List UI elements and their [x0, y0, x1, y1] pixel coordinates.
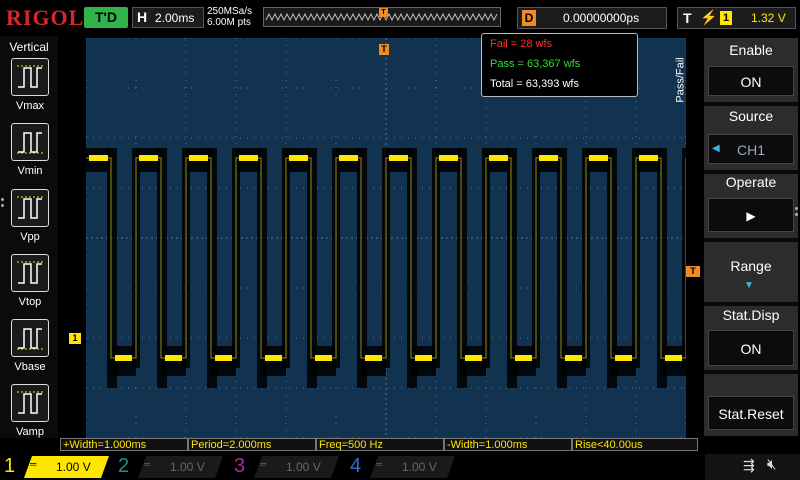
trigger-position-marker: T	[379, 8, 388, 17]
meas-positive-width[interactable]: +Width=1.000ms	[60, 438, 188, 451]
enable-softkey[interactable]: Enable ON	[704, 38, 798, 102]
vmax-label: Vmax	[15, 100, 45, 112]
timebase-key: H	[137, 9, 148, 25]
speaker-muted-icon[interactable]: 🔇︎	[767, 456, 776, 473]
vamp-icon	[17, 391, 43, 414]
enable-value: ON	[708, 66, 794, 96]
meas-negative-width[interactable]: -Width=1.000ms	[444, 438, 572, 451]
sample-rate: 250MSa/s	[207, 6, 253, 17]
channel-1-offset-marker[interactable]: 1	[69, 333, 81, 344]
operate-softkey[interactable]: Operate ▶	[704, 174, 798, 238]
trigger-level-marker[interactable]: T	[686, 266, 700, 277]
measurement-results-bar: +Width=1.000ms Period=2.000ms Freq=500 H…	[60, 438, 700, 452]
channel-number: 1	[4, 455, 16, 477]
meas-period[interactable]: Period=2.000ms	[188, 438, 316, 451]
waveform-display-grid[interactable]	[86, 38, 686, 438]
stat-reset-softkey[interactable]: Stat.Reset	[704, 374, 798, 436]
vmin-button[interactable]	[11, 123, 49, 161]
vtop-label: Vtop	[18, 296, 42, 308]
system-status-area: ⇶ 🔇︎	[705, 454, 800, 480]
vmin-label: Vmin	[17, 165, 43, 177]
channel-3-indicator[interactable]: 3 ═ 1.00 V	[234, 455, 344, 478]
measure-category-title: Vertical	[9, 40, 49, 54]
usb-icon: ⇶	[743, 457, 755, 473]
channel-4-indicator[interactable]: 4 ═ 1.00 V	[350, 455, 460, 478]
menu-tab-label: Pass/Fail	[674, 57, 687, 103]
stat-disp-value: ON	[708, 330, 794, 366]
stat-disp-softkey[interactable]: Stat.Disp ON	[704, 306, 798, 370]
vtop-icon	[17, 261, 43, 284]
vbase-label: Vbase	[14, 361, 46, 373]
run-state-badge[interactable]: T'D	[84, 7, 128, 28]
stat-disp-label: Stat.Disp	[722, 307, 780, 323]
left-scroll-dots-icon	[1, 198, 5, 208]
menu-tab: Pass/Fail	[675, 38, 704, 128]
timebase-display[interactable]: H 2.00ms	[132, 7, 204, 28]
operate-label: Operate	[725, 174, 777, 190]
operate-run-icon: ▶	[708, 198, 794, 232]
vmin-icon	[17, 132, 43, 154]
channel-number: 3	[234, 455, 246, 477]
fail-count: Fail = 28 wfs	[490, 38, 553, 50]
channel-scale-value: 1.00 V	[170, 460, 205, 474]
trigger-key: T	[683, 10, 692, 26]
source-label: Source	[728, 108, 774, 124]
trigger-source: 1	[720, 11, 732, 25]
channel-scale-value: 1.00 V	[56, 460, 91, 474]
source-softkey[interactable]: Source CH1 ◀	[704, 106, 798, 170]
dc-coupling-icon: ═	[260, 459, 267, 469]
pass-fail-statistics: Fail = 28 wfs Pass = 63,367 wfs Total = …	[481, 33, 638, 97]
range-dropdown-icon: ▼	[744, 280, 754, 291]
range-label: Range	[730, 258, 772, 274]
trigger-display[interactable]: T ⚡ 1 1.32 V	[677, 7, 796, 29]
channel-number: 2	[118, 455, 130, 477]
delay-display[interactable]: D 0.00000000ps	[517, 7, 667, 29]
stat-reset-label: Stat.Reset	[708, 396, 794, 430]
vtop-button[interactable]	[11, 254, 49, 292]
total-count: Total = 63,393 wfs	[490, 78, 579, 90]
trigger-time-marker[interactable]: T	[379, 44, 389, 55]
vpp-icon	[17, 196, 43, 219]
dc-coupling-icon: ═	[376, 459, 383, 469]
channel-2-indicator[interactable]: 2 ═ 1.00 V	[118, 455, 228, 478]
vpp-label: Vpp	[20, 231, 40, 243]
channel-number: 4	[350, 455, 362, 477]
dc-coupling-icon: ═	[30, 459, 37, 469]
dc-coupling-icon: ═	[144, 459, 151, 469]
vmax-icon	[17, 65, 43, 88]
vmax-button[interactable]	[11, 58, 49, 96]
vbase-button[interactable]	[11, 319, 49, 357]
source-left-arrow-icon: ◀	[712, 143, 720, 154]
vpp-button[interactable]	[11, 189, 49, 227]
vamp-button[interactable]	[11, 384, 49, 422]
channel-scale-value: 1.00 V	[402, 460, 437, 474]
acquisition-info: 250MSa/s 6.00M pts	[207, 6, 252, 28]
rising-edge-icon: ⚡	[700, 9, 718, 25]
trigger-level: 1.32 V	[751, 11, 786, 25]
meas-frequency[interactable]: Freq=500 Hz	[316, 438, 444, 451]
vamp-label: Vamp	[16, 426, 44, 438]
channel-scale-value: 1.00 V	[286, 460, 321, 474]
right-scroll-dots-icon	[795, 207, 799, 217]
brand-logo: RIGOL	[6, 5, 85, 30]
vbase-icon	[17, 328, 43, 350]
delay-value: 0.00000000ps	[563, 11, 640, 25]
range-softkey[interactable]: Range ▼	[704, 242, 798, 302]
meas-rise-time[interactable]: Rise<40.00us	[572, 438, 698, 451]
enable-label: Enable	[729, 42, 773, 58]
memory-depth: 6.00M pts	[207, 17, 251, 28]
delay-key: D	[522, 10, 536, 26]
timebase-value: 2.00ms	[155, 11, 195, 25]
channel-1-indicator[interactable]: 1 ═ 1.00 V	[4, 455, 114, 478]
source-value: CH1	[708, 134, 794, 164]
pass-count: Pass = 63,367 wfs	[490, 58, 581, 70]
